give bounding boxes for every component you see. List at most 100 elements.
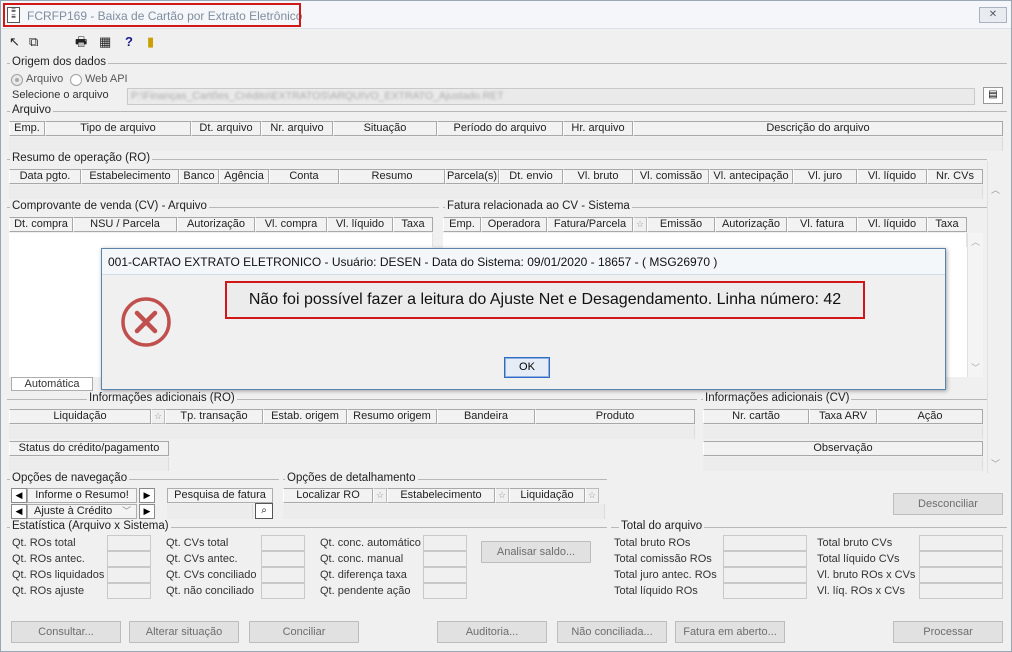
windows-icon[interactable]: ⧉ bbox=[29, 35, 38, 49]
conciliar-button[interactable]: Conciliar bbox=[249, 621, 359, 643]
cv-row[interactable] bbox=[9, 233, 433, 247]
estab-sort-icon[interactable]: ☆ bbox=[495, 488, 509, 503]
resumo-col-vlbruto[interactable]: Vl. bruto bbox=[563, 169, 633, 184]
automatica-button[interactable]: Automática bbox=[11, 377, 93, 391]
arquivo-col-hr[interactable]: Hr. arquivo bbox=[563, 121, 633, 136]
liquidacao-sort-icon[interactable]: ☆ bbox=[151, 409, 165, 424]
nav-next-2-button[interactable]: ▶ bbox=[139, 504, 155, 519]
observacao-value[interactable] bbox=[703, 457, 983, 471]
webapi-radio[interactable] bbox=[70, 74, 82, 86]
browse-file-icon[interactable]: ▤ bbox=[983, 87, 1003, 104]
fatura-col-vlliquido[interactable]: Vl. líquido bbox=[857, 217, 927, 232]
resumo-col-agencia[interactable]: Agência bbox=[219, 169, 269, 184]
cv-col-vlcompra[interactable]: Vl. compra bbox=[255, 217, 327, 232]
nav-next-1-button[interactable]: ▶ bbox=[139, 488, 155, 503]
resumo-col-estab[interactable]: Estabelecimento bbox=[81, 169, 179, 184]
info-cv-col-nrcartao[interactable]: Nr. cartão bbox=[703, 409, 809, 424]
info-ro-row[interactable] bbox=[9, 425, 695, 439]
cv-col-taxa[interactable]: Taxa bbox=[393, 217, 433, 232]
detalhe-row[interactable] bbox=[283, 504, 605, 519]
info-ro-col-resumoorigem[interactable]: Resumo origem bbox=[347, 409, 437, 424]
pesquisa-fatura-input[interactable] bbox=[167, 504, 253, 519]
fatura-col-vlfatura[interactable]: Vl. fatura bbox=[787, 217, 857, 232]
fatura-col-autorizacao[interactable]: Autorização bbox=[715, 217, 787, 232]
arquivo-col-dt[interactable]: Dt. arquivo bbox=[191, 121, 261, 136]
fatura-col-taxa[interactable]: Taxa bbox=[927, 217, 967, 232]
auditoria-button[interactable]: Auditoria... bbox=[437, 621, 547, 643]
arquivo-col-situacao[interactable]: Situação bbox=[333, 121, 437, 136]
nav-prev-2-button[interactable]: ◀ bbox=[11, 504, 27, 519]
info-ro-col-bandeira[interactable]: Bandeira bbox=[437, 409, 535, 424]
scroll-down-icon[interactable]: ﹀ bbox=[991, 457, 1000, 470]
detalhe-col-liquidacao[interactable]: Liquidação bbox=[509, 488, 585, 503]
info-ro-col-estaborigem[interactable]: Estab. origem bbox=[263, 409, 347, 424]
resumo-col-nrcvs[interactable]: Nr. CVs bbox=[927, 169, 983, 184]
resumo-row[interactable] bbox=[9, 185, 983, 199]
fatura-em-aberto-button[interactable]: Fatura em aberto... bbox=[675, 621, 785, 643]
cv-col-vlliquido[interactable]: Vl. líquido bbox=[327, 217, 393, 232]
resumo-col-dtenvio[interactable]: Dt. envio bbox=[499, 169, 563, 184]
arquivo-col-descricao[interactable]: Descrição do arquivo bbox=[633, 121, 1003, 136]
resumo-col-resumo[interactable]: Resumo bbox=[339, 169, 445, 184]
fatura-sort-icon[interactable]: ☆ bbox=[633, 217, 647, 232]
processar-button[interactable]: Processar bbox=[893, 621, 1003, 643]
localizar-sort-icon[interactable]: ☆ bbox=[373, 488, 387, 503]
fatura-row[interactable] bbox=[443, 233, 967, 247]
nav-prev-1-button[interactable]: ◀ bbox=[11, 488, 27, 503]
search-icon[interactable]: ⌕ bbox=[255, 503, 273, 519]
info-cv-col-acao[interactable]: Ação bbox=[877, 409, 983, 424]
informe-resumo-field[interactable]: Informe o Resumo! bbox=[27, 488, 137, 503]
arquivo-col-tipo[interactable]: Tipo de arquivo bbox=[45, 121, 191, 136]
arquivo-radio[interactable] bbox=[11, 74, 23, 86]
cv-col-nsu[interactable]: NSU / Parcela bbox=[73, 217, 177, 232]
resumo-col-parcelas[interactable]: Parcela(s) bbox=[445, 169, 499, 184]
status-credito-header[interactable]: Status do crédito/pagamento bbox=[9, 441, 169, 456]
alterar-situacao-button[interactable]: Alterar situação bbox=[129, 621, 239, 643]
nao-conciliada-button[interactable]: Não conciliada... bbox=[557, 621, 667, 643]
cv-col-dtcompra[interactable]: Dt. compra bbox=[9, 217, 73, 232]
desconciliar-button[interactable]: Desconciliar bbox=[893, 493, 1003, 515]
file-path-field[interactable]: P:\Finanças_Cartões_Crédito\EXTRATOS\ARQ… bbox=[127, 88, 975, 105]
info-ro-col-tptransacao[interactable]: Tp. transação bbox=[165, 409, 263, 424]
status-credito-value[interactable] bbox=[9, 457, 169, 471]
analisar-saldo-button[interactable]: Analisar saldo... bbox=[481, 541, 591, 563]
resumo-col-vljuro[interactable]: Vl. juro bbox=[793, 169, 857, 184]
info-cv-col-taxaarv[interactable]: Taxa ARV bbox=[809, 409, 877, 424]
scroll-up-icon[interactable]: ︿ bbox=[991, 183, 1000, 196]
calendar-icon[interactable]: ▦ bbox=[99, 35, 111, 49]
exit-icon[interactable]: ▮ bbox=[147, 35, 154, 49]
ok-button[interactable]: OK bbox=[504, 357, 550, 378]
detalhe-liquidacao-sort-icon[interactable]: ☆ bbox=[585, 488, 599, 503]
arquivo-row[interactable] bbox=[9, 137, 1003, 151]
info-ro-col-produto[interactable]: Produto bbox=[535, 409, 695, 424]
resumo-col-datapgto[interactable]: Data pgto. bbox=[9, 169, 81, 184]
print-icon[interactable]: 🖶 bbox=[75, 35, 87, 49]
help-icon[interactable]: ? bbox=[125, 35, 133, 49]
arquivo-col-emp[interactable]: Emp. bbox=[9, 121, 45, 136]
resumo-col-vlliquido[interactable]: Vl. líquido bbox=[857, 169, 927, 184]
fatura-col-emissao[interactable]: Emissão bbox=[647, 217, 715, 232]
consultar-button[interactable]: Consultar... bbox=[11, 621, 121, 643]
ajuste-credito-select[interactable]: Ajuste à Crédito ﹀ bbox=[27, 504, 137, 519]
resumo-col-banco[interactable]: Banco bbox=[179, 169, 219, 184]
fatura-col-emp[interactable]: Emp. bbox=[443, 217, 481, 232]
info-ro-col-liquidacao[interactable]: Liquidação bbox=[9, 409, 151, 424]
fatura-col-parcela[interactable]: Fatura/Parcela bbox=[547, 217, 633, 232]
fatura-scroll-up-icon[interactable]: ︿ bbox=[971, 235, 980, 248]
arquivo-col-nr[interactable]: Nr. arquivo bbox=[261, 121, 333, 136]
observacao-header[interactable]: Observação bbox=[703, 441, 983, 456]
pointer-icon[interactable]: ↖ bbox=[9, 35, 20, 49]
detalhe-col-estab[interactable]: Estabelecimento bbox=[387, 488, 495, 503]
info-cv-row[interactable] bbox=[703, 425, 983, 439]
fatura-scrollbar[interactable]: ︿ ﹀ bbox=[967, 233, 983, 377]
resumo-col-conta[interactable]: Conta bbox=[269, 169, 339, 184]
detalhe-col-localizar[interactable]: Localizar RO bbox=[283, 488, 373, 503]
fatura-scroll-down-icon[interactable]: ﹀ bbox=[971, 361, 980, 374]
pesquisa-fatura-header[interactable]: Pesquisa de fatura bbox=[167, 488, 273, 503]
resumo-col-vlantecipacao[interactable]: Vl. antecipação bbox=[709, 169, 793, 184]
cv-col-autorizacao[interactable]: Autorização bbox=[177, 217, 255, 232]
fatura-col-operadora[interactable]: Operadora bbox=[481, 217, 547, 232]
arquivo-col-periodo[interactable]: Período do arquivo bbox=[437, 121, 563, 136]
main-scrollbar[interactable]: ︿ ﹀ bbox=[987, 161, 1003, 473]
close-button[interactable]: ✕ bbox=[979, 7, 1007, 23]
